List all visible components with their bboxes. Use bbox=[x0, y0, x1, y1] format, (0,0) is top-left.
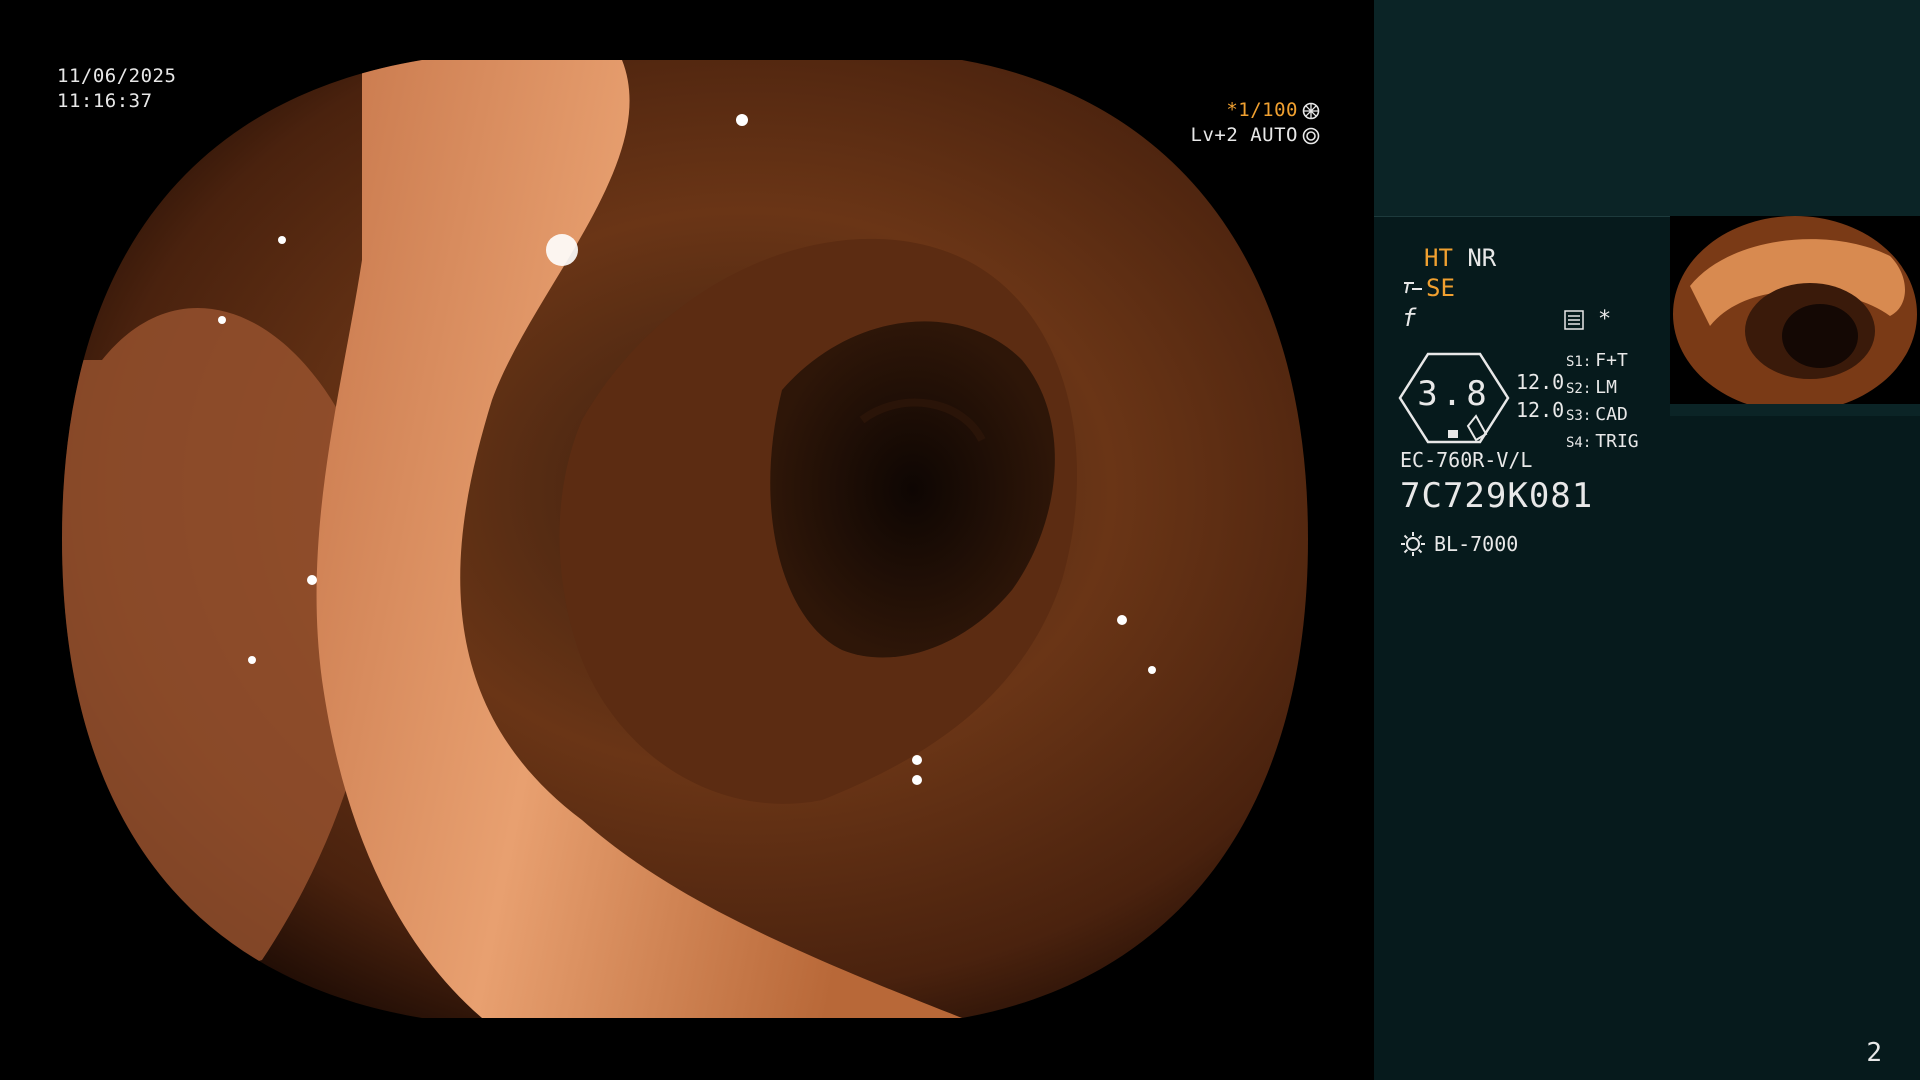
scope-model: EC-760R-V/L bbox=[1400, 448, 1533, 472]
switch-assignments: S1: F+T S2: LM S3: CAD S4: TRIG bbox=[1566, 348, 1639, 456]
panel-icons: * bbox=[1564, 306, 1611, 334]
value-2: 12.0 bbox=[1516, 398, 1565, 422]
switch-row: S1: F+T bbox=[1566, 350, 1628, 371]
mode-ht: HT bbox=[1424, 244, 1453, 272]
iris-icon bbox=[1302, 127, 1320, 144]
info-panel: HT NR SE f * 3.8 12.0 12.0 S1: F+T S2: L… bbox=[1374, 0, 1920, 1080]
light-source-name: BL-7000 bbox=[1434, 532, 1519, 556]
mode-se: SE bbox=[1426, 274, 1455, 302]
date-time-readout: 11/06/2025 11:16:37 bbox=[57, 64, 176, 114]
shutter-speed: *1/100 bbox=[1226, 99, 1298, 121]
date-text: 11/06/2025 bbox=[57, 65, 177, 87]
gauge-display: 3.8 bbox=[1398, 352, 1510, 444]
mode-nr: NR bbox=[1467, 244, 1497, 272]
star-mark: * bbox=[1598, 307, 1612, 332]
switch-row: S2: LM bbox=[1566, 377, 1617, 398]
scope-serial: 7C729K081 bbox=[1400, 476, 1594, 516]
gauge-value: 3.8 bbox=[1417, 374, 1491, 414]
time-text: 11:16:37 bbox=[57, 90, 153, 112]
captured-thumbnail[interactable] bbox=[1670, 216, 1920, 416]
panel-top-area bbox=[1374, 0, 1920, 217]
light-source-row: BL-7000 bbox=[1400, 530, 1518, 558]
value-1: 12.0 bbox=[1516, 370, 1565, 394]
aperture-icon bbox=[1302, 102, 1320, 119]
filter-icon-row: f bbox=[1402, 304, 1416, 332]
enhance-icon bbox=[1404, 282, 1422, 294]
exposure-readout: *1/100 Lv+2 AUTO bbox=[1191, 98, 1320, 148]
filter-label: f bbox=[1402, 304, 1417, 332]
image-mode-row: HT NR bbox=[1424, 244, 1496, 272]
switch-row: S3: CAD bbox=[1566, 404, 1628, 425]
endoscope-live-view bbox=[62, 60, 1308, 1018]
switch-row: S4: TRIG bbox=[1566, 431, 1639, 452]
menu-icon bbox=[1564, 310, 1584, 330]
endoscopy-screen: 11/06/2025 11:16:37 *1/100 Lv+2 AUTO HT … bbox=[0, 0, 1920, 1080]
structure-enhance-row: SE bbox=[1402, 274, 1455, 302]
sun-icon bbox=[1401, 532, 1425, 556]
page-number: 2 bbox=[1866, 1038, 1882, 1068]
numeric-values: 12.0 12.0 bbox=[1516, 368, 1564, 424]
iris-level: Lv+2 AUTO bbox=[1190, 124, 1298, 146]
